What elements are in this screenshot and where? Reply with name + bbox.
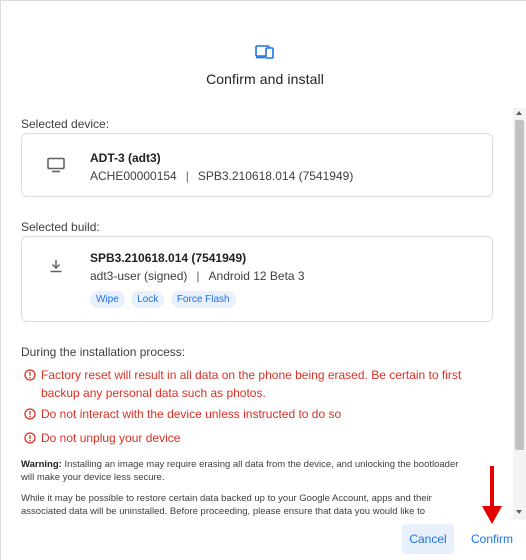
warning-note-label: Warning: <box>21 459 62 470</box>
selected-device-label: Selected device: <box>21 117 110 131</box>
selected-device-card: ADT-3 (adt3) ACHE00000154 | SPB3.210618.01… <box>21 133 493 197</box>
device-serial: ACHE00000154 <box>90 169 177 183</box>
selected-build-label: Selected build: <box>21 220 100 234</box>
annotation-arrow-shaft <box>490 466 494 510</box>
restore-note: While it may be possible to restore cert… <box>21 493 432 517</box>
warning-note-text: Installing an image may require erasing … <box>21 459 459 483</box>
error-circle-icon <box>24 432 36 444</box>
build-variant: adt3-user (signed) <box>90 269 188 283</box>
chip-wipe: Wipe <box>90 291 125 308</box>
monitor-icon <box>47 157 65 173</box>
warning-text: Factory reset will result in all data on… <box>41 368 462 400</box>
content-scrollbar[interactable] <box>513 108 526 520</box>
confirm-button[interactable]: Confirm <box>464 524 520 554</box>
device-name: ADT-3 (adt3) <box>90 151 161 165</box>
chip-lock: Lock <box>131 291 165 308</box>
scroll-down-arrow-icon[interactable] <box>516 510 522 514</box>
error-circle-icon <box>24 369 36 381</box>
scroll-thumb[interactable] <box>515 120 524 450</box>
build-id: SPB3.210618.014 (7541949) <box>90 251 247 265</box>
download-icon <box>50 260 62 273</box>
device-separator: | <box>185 169 189 183</box>
warning-text: Do not interact with the device unless i… <box>41 407 342 421</box>
dialog-scroll-content[interactable]: Selected device: ADT-3 (adt3) ACHE000001… <box>0 108 512 520</box>
build-flags: Wipe Lock Force Flash <box>90 289 238 308</box>
dialog-title: Confirm and install <box>206 71 324 87</box>
device-build: SPB3.210618.014 (7541949) <box>197 169 354 183</box>
device-icon <box>255 45 274 59</box>
scroll-up-arrow-icon[interactable] <box>516 111 522 115</box>
build-separator: | <box>196 269 200 283</box>
warning-do-not-interact: Do not interact with the device unless i… <box>24 405 484 423</box>
warning-text: Do not unplug your device <box>41 431 181 445</box>
selected-build-card: SPB3.210618.014 (7541949) adt3-user (sig… <box>21 236 493 322</box>
process-label: During the installation process: <box>21 345 186 359</box>
cancel-button[interactable]: Cancel <box>402 524 454 554</box>
error-circle-icon <box>24 408 36 420</box>
warning-factory-reset: Factory reset will result in all data on… <box>24 366 484 402</box>
annotation-arrow-head-icon <box>482 506 502 524</box>
warning-note: Warning: Installing an image may require… <box>21 458 461 484</box>
build-version: Android 12 Beta 3 <box>208 269 305 283</box>
device-details: ACHE00000154 | SPB3.210618.014 (7541949) <box>90 169 353 183</box>
chip-force-flash: Force Flash <box>170 291 236 308</box>
dialog-border-top <box>0 0 526 1</box>
warning-do-not-unplug: Do not unplug your device <box>24 429 484 447</box>
confirm-install-dialog: Confirm and install Selected device: ADT… <box>0 0 526 560</box>
build-details: adt3-user (signed) | Android 12 Beta 3 <box>90 269 305 283</box>
